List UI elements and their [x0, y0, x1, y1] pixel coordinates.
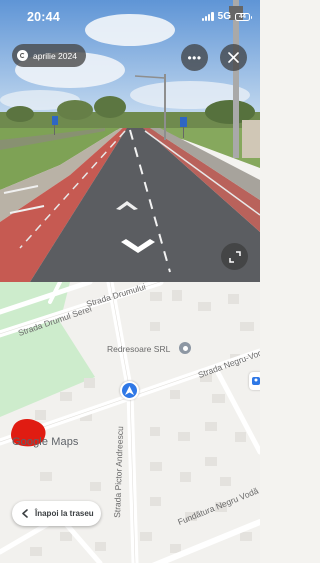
close-button[interactable]	[220, 44, 247, 71]
poi-marker-icon[interactable]	[179, 342, 191, 354]
map-panel[interactable]: Strada Drumului Strada Drumul Serei Stra…	[0, 282, 260, 563]
google-maps-logo: Google Maps	[12, 436, 79, 448]
chevron-left-icon	[22, 509, 28, 518]
date-label: aprilie 2024	[33, 50, 77, 61]
status-time: 20:44	[27, 10, 60, 24]
close-icon	[228, 52, 239, 63]
status-indicators: 5G 44	[201, 11, 252, 22]
network-label: 5G	[217, 11, 231, 22]
street-view-location-icon[interactable]	[120, 381, 139, 400]
more-icon: •••	[187, 50, 202, 65]
battery-level: 44	[239, 13, 246, 20]
nav-arrow-back-icon[interactable]	[121, 237, 155, 253]
date-selector[interactable]: aprilie 2024	[12, 44, 86, 67]
street-view-panel[interactable]: 20:44 5G 44 aprilie 2024 •••	[0, 0, 260, 282]
direction-arrow-icon	[125, 386, 134, 395]
more-button[interactable]: •••	[181, 44, 208, 71]
expand-icon	[228, 250, 241, 263]
signal-icon	[201, 12, 214, 21]
nav-arrow-forward-icon[interactable]	[116, 199, 138, 211]
status-bar: 20:44 5G 44	[0, 0, 260, 30]
street-view-toggle-button[interactable]	[249, 372, 260, 390]
battery-icon: 44	[235, 12, 252, 21]
expand-button[interactable]	[221, 243, 248, 270]
poi-label[interactable]: Redresoare SRL	[107, 344, 170, 354]
calendar-icon	[17, 50, 28, 61]
street-view-icon	[252, 377, 260, 385]
back-to-route-label: Înapoi la traseu	[35, 509, 94, 518]
back-to-route-button[interactable]: Înapoi la traseu	[12, 501, 101, 526]
